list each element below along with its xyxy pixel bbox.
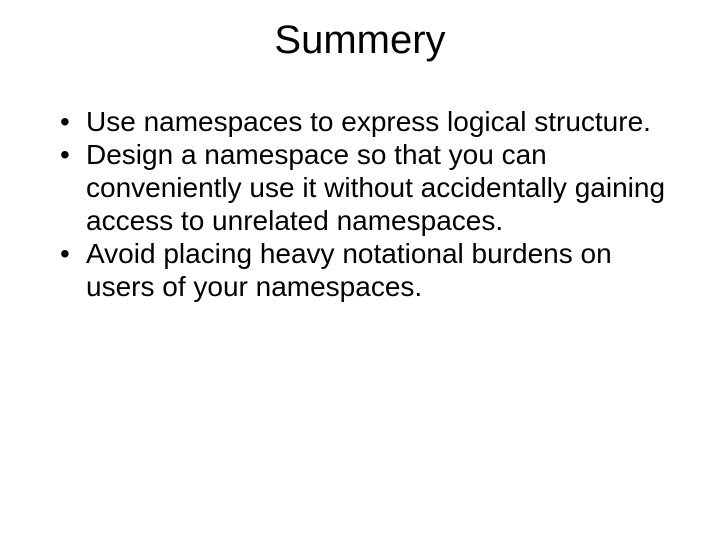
slide-title: Summery <box>50 18 670 63</box>
list-item: Use namespaces to express logical struct… <box>56 105 670 138</box>
list-item: Design a namespace so that you can conve… <box>56 138 670 237</box>
slide: Summery Use namespaces to express logica… <box>0 0 720 540</box>
list-item: Avoid placing heavy notational burdens o… <box>56 237 670 303</box>
bullet-list: Use namespaces to express logical struct… <box>56 105 670 303</box>
